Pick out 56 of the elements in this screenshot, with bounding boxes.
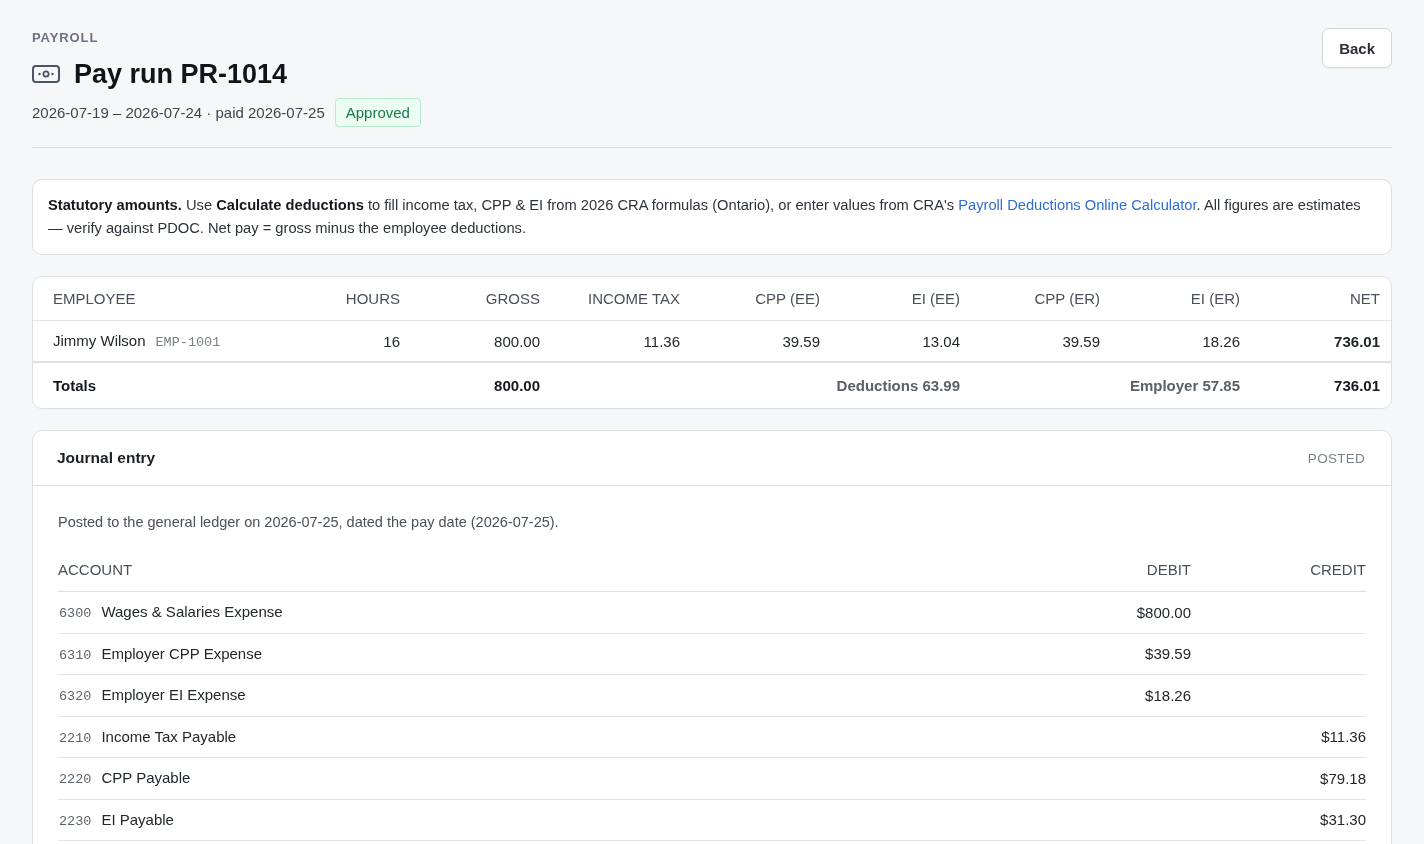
back-button[interactable]: Back [1322, 28, 1392, 68]
pay-period-text: 2026-07-19 – 2026-07-24 · paid 2026-07-25 [32, 104, 325, 121]
column-header: GROSS [484, 290, 540, 307]
debit-amount: $18.26 [1144, 686, 1191, 704]
journal-note: Posted to the general ledger on 2026-07-25, dated the pay date (2026-07-25). [58, 513, 560, 532]
column-header: CPP (ER) [1033, 290, 1100, 307]
employee-id: EMP-1001 [155, 335, 221, 350]
account-name: CPP Payable [101, 769, 191, 787]
column-header: CREDIT [1309, 561, 1366, 578]
column-header: EI (EE) [910, 290, 960, 307]
account-name: EI Payable [101, 810, 174, 828]
debit-amount: $800.00 [1135, 603, 1191, 621]
column-header: EMPLOYEE [53, 290, 137, 307]
column-header: EI (ER) [1189, 290, 1240, 307]
total-deductions: Deductions 63.99 [835, 377, 960, 394]
journal-status: POSTED [1307, 450, 1365, 466]
table-cell-text: 18.26 [1201, 332, 1240, 350]
table-cell-text: 800.00 [493, 332, 540, 350]
total-employer: Employer 57.85 [1128, 377, 1240, 394]
account-name: Employer EI Expense [101, 686, 246, 704]
column-header: CPP (EE) [754, 290, 820, 307]
table-cell-text: 13.04 [921, 332, 960, 350]
account-code: 6320 [59, 689, 92, 705]
calculator-link[interactable]: Payroll Deductions Online Calculator [958, 197, 1197, 213]
column-header: DEBIT [1145, 561, 1191, 578]
column-header: HOURS [344, 290, 400, 307]
account-name: Income Tax Payable [101, 727, 237, 745]
section-eyebrow: PAYROLL [32, 29, 99, 47]
table-cell-text: 39.59 [1061, 332, 1100, 350]
account-code: 6310 [59, 647, 92, 663]
column-header: NET [1349, 290, 1380, 307]
notice-text: Statutory amounts. Use Calculate deductions to fill income tax, CPP & EI from 2026 CRA formulas (Ontario), or enter values from CRA's Payroll Deductions Online Calculator. All figures are estimates — verify against PDOC. Net pay = gross minus the employee deductions. [48, 196, 1362, 238]
credit-amount: $11.36 [1320, 728, 1366, 746]
account-name: Wages & Salaries Expense [101, 603, 283, 621]
table-cell-text: 11.36 [642, 332, 680, 350]
table-cell-text: 39.59 [781, 332, 820, 350]
credit-amount: $79.18 [1319, 769, 1366, 787]
journal-title: Journal entry [57, 449, 156, 467]
table-cell-text: 16 [382, 332, 400, 350]
total-net: 736.01 [1333, 377, 1380, 394]
column-header: ACCOUNT [58, 561, 134, 578]
account-code: 2210 [59, 730, 92, 746]
credit-amount: $31.30 [1319, 811, 1366, 829]
account-code: 2220 [59, 772, 92, 788]
status-badge: Approved [334, 98, 421, 127]
account-code: 2230 [59, 813, 92, 829]
table-cell-text: 736.01 [1333, 332, 1380, 350]
totals-label: Totals [53, 377, 98, 394]
total-gross: 800.00 [493, 377, 540, 394]
account-code: 6300 [59, 606, 92, 622]
employee-name: Jimmy Wilson [53, 332, 146, 349]
page-title: Pay run PR-1014 [74, 58, 288, 91]
banknote-icon [32, 65, 60, 83]
column-header: INCOME TAX [587, 290, 680, 307]
debit-amount: $39.59 [1144, 645, 1191, 663]
account-name: Employer CPP Expense [101, 644, 263, 662]
